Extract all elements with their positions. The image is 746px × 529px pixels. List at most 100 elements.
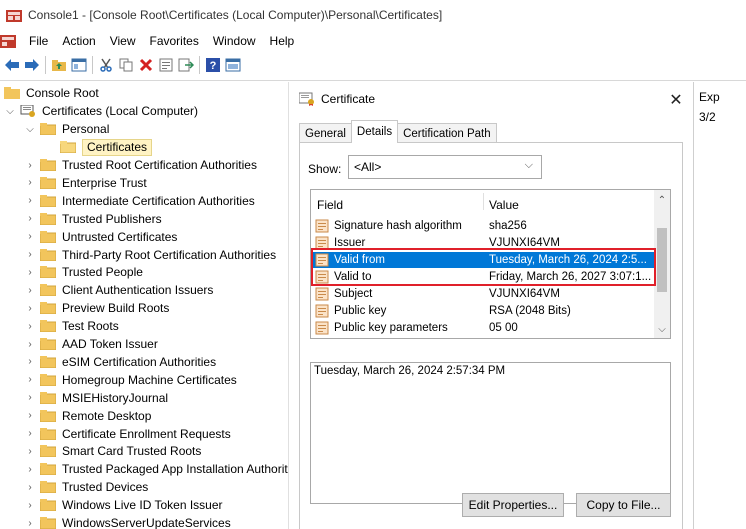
chevron-right-icon[interactable]: › — [24, 392, 36, 404]
menu-view[interactable]: View — [103, 34, 143, 48]
chevron-right-icon[interactable]: › — [24, 159, 36, 171]
chevron-down-icon[interactable]: ⌵ — [4, 105, 16, 117]
show-hide-tree-icon[interactable] — [69, 55, 89, 75]
help-icon[interactable]: ? — [203, 55, 223, 75]
chevron-right-icon[interactable]: › — [24, 428, 36, 440]
export-icon[interactable] — [176, 55, 196, 75]
tab-certification-path[interactable]: Certification Path — [397, 123, 497, 143]
field-row[interactable]: Subject VJUNXI64VM — [313, 286, 656, 302]
field-row[interactable]: Valid to Friday, March 26, 2027 3:07:1... — [313, 269, 656, 285]
tree-item-store[interactable]: › Test Roots — [24, 317, 118, 335]
chevron-right-icon[interactable]: › — [24, 213, 36, 225]
tree-item-store[interactable]: › Untrusted Certificates — [24, 228, 177, 246]
chevron-right-icon[interactable]: › — [24, 249, 36, 261]
menu-file[interactable]: File — [22, 34, 55, 48]
back-arrow-icon[interactable] — [2, 55, 22, 75]
chevron-down-icon[interactable]: ⌵ — [24, 123, 36, 135]
chevron-right-icon[interactable]: › — [24, 374, 36, 386]
tab-general[interactable]: General — [299, 123, 352, 143]
tree-item-store[interactable]: › Trusted Packaged App Installation Autho… — [24, 460, 288, 478]
cut-icon[interactable] — [96, 55, 116, 75]
show-dropdown[interactable]: <All> ⌵ — [348, 155, 542, 179]
properties-icon[interactable] — [156, 55, 176, 75]
column-header-field[interactable]: Field — [317, 198, 343, 212]
chevron-right-icon[interactable]: › — [24, 517, 36, 529]
edit-properties-button[interactable]: Edit Properties... — [462, 493, 564, 517]
tree-item-store[interactable]: › Enterprise Trust — [24, 174, 146, 192]
tree-item-label: Certificates — [82, 138, 153, 156]
menu-help[interactable]: Help — [263, 34, 302, 48]
tree-item-certificates-local[interactable]: ⌵ Certificates (Local Computer) — [4, 102, 198, 120]
tree-item-store[interactable]: › Smart Card Trusted Roots — [24, 442, 201, 460]
console-menu-icon[interactable] — [0, 34, 16, 48]
tree-item-label: Remote Desktop — [62, 408, 152, 423]
field-row[interactable]: Public key parameters 05 00 — [313, 320, 656, 336]
up-folder-icon[interactable] — [49, 55, 69, 75]
column-header-value[interactable]: Value — [489, 198, 519, 212]
scroll-up-icon[interactable]: ⌃ — [654, 192, 670, 208]
chevron-right-icon[interactable]: › — [24, 481, 36, 493]
tree-item-store[interactable]: › Trusted Publishers — [24, 210, 161, 228]
tree-item-certificates[interactable]: Certificates — [60, 138, 153, 156]
chevron-right-icon[interactable]: › — [24, 410, 36, 422]
tree-item-store[interactable]: › Remote Desktop — [24, 407, 151, 425]
folder-icon — [40, 427, 56, 440]
tree-item-store[interactable]: › Trusted Devices — [24, 478, 148, 496]
chevron-right-icon[interactable]: › — [24, 499, 36, 511]
menu-action[interactable]: Action — [55, 34, 102, 48]
chevron-right-icon[interactable]: › — [24, 338, 36, 350]
show-dropdown-value: <All> — [354, 160, 382, 174]
tree-item-store[interactable]: › AAD Token Issuer — [24, 335, 158, 353]
field-row[interactable]: Signature hash algorithm sha256 — [313, 218, 656, 234]
chevron-right-icon[interactable]: › — [24, 463, 36, 475]
tree-item-store[interactable]: › Homegroup Machine Certificates — [24, 371, 236, 389]
column-header-expiration[interactable]: Exp — [699, 90, 720, 104]
tree-item-store[interactable]: › eSIM Certification Authorities — [24, 353, 216, 371]
forward-arrow-icon[interactable] — [22, 55, 42, 75]
tree-item-console-root[interactable]: Console Root — [4, 84, 99, 102]
window-title: Console1 - [Console Root\Certificates (L… — [28, 8, 443, 22]
tab-details[interactable]: Details — [350, 120, 399, 143]
fields-list-scrollbar[interactable]: ⌃ ⌵ — [654, 190, 670, 338]
chevron-right-icon[interactable]: › — [24, 195, 36, 207]
fields-list[interactable]: Field Value Signature hash algorithm sha2… — [310, 189, 671, 339]
tree-item-personal[interactable]: ⌵ Personal — [24, 120, 109, 138]
tree-item-store[interactable]: › WindowsServerUpdateServices — [24, 514, 231, 529]
menu-window[interactable]: Window — [206, 34, 263, 48]
tree-item-store[interactable]: › Preview Build Roots — [24, 299, 169, 317]
close-icon[interactable]: ✕ — [666, 90, 686, 110]
field-row[interactable]: Subject Alternative Name DNS Name=vjunxi6… — [313, 337, 656, 338]
menu-favorites[interactable]: Favorites — [143, 34, 206, 48]
chevron-right-icon[interactable]: › — [24, 320, 36, 332]
field-value-box[interactable]: Tuesday, March 26, 2024 2:57:34 PM — [310, 362, 671, 504]
folder-icon — [40, 212, 56, 225]
column-separator[interactable] — [483, 193, 484, 210]
copy-icon[interactable] — [116, 55, 136, 75]
tree-item-label: Certificate Enrollment Requests — [62, 426, 231, 441]
tree-item-store[interactable]: › Certificate Enrollment Requests — [24, 425, 231, 443]
tree-item-store[interactable]: › Trusted People — [24, 263, 143, 281]
tree-item-label: Trusted Packaged App Installation Author… — [62, 462, 288, 477]
delete-icon[interactable] — [136, 55, 156, 75]
scroll-down-icon[interactable]: ⌵ — [654, 321, 670, 337]
tree-item-store[interactable]: › Windows Live ID Token Issuer — [24, 496, 222, 514]
field-row[interactable]: Valid from Tuesday, March 26, 2024 2:5... — [313, 252, 656, 268]
chevron-right-icon[interactable]: › — [24, 231, 36, 243]
view-icon[interactable] — [223, 55, 243, 75]
chevron-right-icon[interactable]: › — [24, 266, 36, 278]
folder-icon — [40, 355, 56, 368]
chevron-right-icon[interactable]: › — [24, 445, 36, 457]
chevron-right-icon[interactable]: › — [24, 177, 36, 189]
chevron-right-icon[interactable]: › — [24, 284, 36, 296]
tree-item-store[interactable]: › Intermediate Certification Authorities — [24, 192, 254, 210]
tree-item-store[interactable]: › Client Authentication Issuers — [24, 281, 213, 299]
scroll-thumb[interactable] — [657, 228, 667, 292]
field-row[interactable]: Public key RSA (2048 Bits) — [313, 303, 656, 319]
chevron-right-icon[interactable]: › — [24, 302, 36, 314]
copy-to-file-button[interactable]: Copy to File... — [576, 493, 671, 517]
tree-item-store[interactable]: › Third-Party Root Certification Authorit… — [24, 246, 276, 264]
field-row[interactable]: Issuer VJUNXI64VM — [313, 235, 656, 251]
chevron-right-icon[interactable]: › — [24, 356, 36, 368]
tree-item-store[interactable]: › Trusted Root Certification Authorities — [24, 156, 257, 174]
tree-item-store[interactable]: › MSIEHistoryJournal — [24, 389, 168, 407]
